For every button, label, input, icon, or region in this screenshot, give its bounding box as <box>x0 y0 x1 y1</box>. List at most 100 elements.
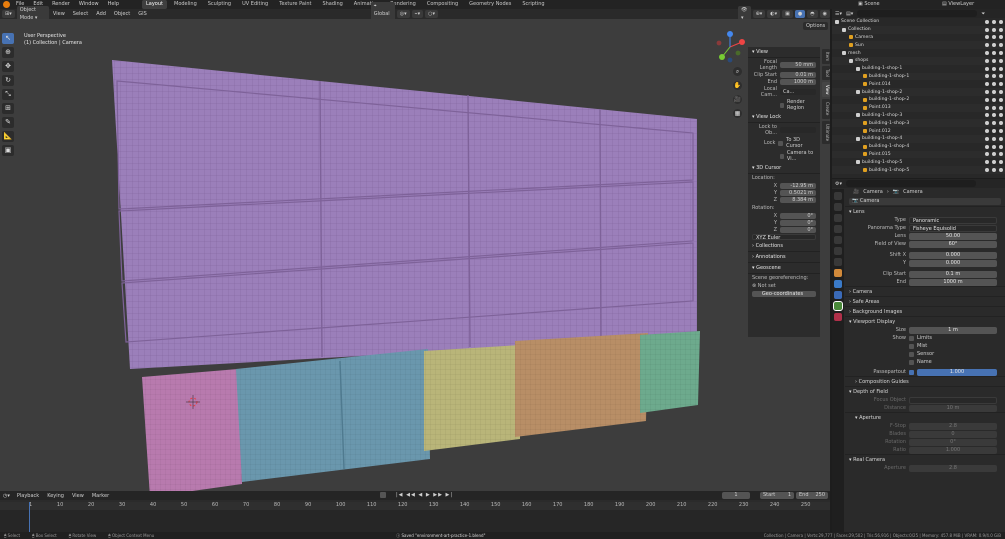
timeline-track[interactable] <box>0 502 830 532</box>
safe-areas-section-header[interactable]: › Safe Areas <box>845 296 1005 306</box>
world-tab-icon[interactable] <box>834 247 842 255</box>
outliner-row[interactable]: building-1-shop-1 <box>832 72 1005 81</box>
blender-logo-icon[interactable] <box>3 1 10 8</box>
tab-item[interactable]: Item <box>822 49 830 65</box>
annotations-section-header[interactable]: › Annotations <box>748 252 820 263</box>
show-name-checkbox[interactable] <box>909 359 914 365</box>
outliner-row[interactable]: Point.015 <box>832 150 1005 159</box>
shop-4-mesh[interactable] <box>515 333 648 437</box>
viewport-display-section-header[interactable]: ▾ Viewport Display <box>845 316 1005 326</box>
shading-solid-icon[interactable]: ● <box>794 10 806 18</box>
view-layer-tab-icon[interactable] <box>834 225 842 233</box>
move-tool-icon[interactable]: ✥ <box>2 61 14 72</box>
outliner-row[interactable]: building-1-shop-4 <box>832 134 1005 143</box>
shift-y-field[interactable]: 0.000 <box>909 259 997 267</box>
annotate-tool-icon[interactable]: ✎ <box>2 117 14 128</box>
view-layer-selector[interactable]: ▤ ViewLayer <box>942 0 974 9</box>
cursor-location-y-field[interactable]: 0.5021 m <box>780 190 816 196</box>
lens-field[interactable]: 50.00 <box>909 232 997 240</box>
visibility-toggles[interactable] <box>985 19 1003 24</box>
properties-editor-type-icon[interactable]: ⚙▾ <box>835 181 842 187</box>
cursor-tool-icon[interactable]: ⊕ <box>2 47 14 58</box>
timeline-ruler[interactable]: 1 10 20 30 40 50 60 70 80 90 100 110 120 130 140 150 160… <box>0 502 830 510</box>
ortho-grid-icon[interactable]: ▦ <box>733 109 742 118</box>
visibility-toggles[interactable] <box>985 136 1003 141</box>
viewport-menu-add[interactable]: Add <box>92 11 110 17</box>
pan-hand-icon[interactable]: ✋ <box>733 81 742 90</box>
visibility-toggles[interactable] <box>985 97 1003 102</box>
view-lock-section-header[interactable]: ▾ View Lock <box>748 112 820 123</box>
timeline-menu-marker[interactable]: Marker <box>88 493 113 499</box>
aperture-rotation-field[interactable]: 0° <box>909 438 997 446</box>
properties-search-input[interactable] <box>846 180 976 187</box>
3d-viewport[interactable]: ↖ ⊕ ✥ ↻ ⤡ ⊞ ✎ 📐 ▣ User Perspective (1) C… <box>0 19 830 491</box>
cursor-location-z-field[interactable]: 8.384 m <box>780 197 816 203</box>
camera-data-tab-icon[interactable] <box>833 301 843 311</box>
passepartout-checkbox[interactable] <box>909 369 914 375</box>
outliner-search-input[interactable] <box>857 10 978 17</box>
timeline-menu-keying[interactable]: Keying <box>43 493 68 499</box>
building-wall-mesh[interactable] <box>112 60 697 369</box>
tab-tool[interactable]: Tool <box>822 66 830 80</box>
navigation-gizmo[interactable] <box>712 29 748 65</box>
physics-tab-icon[interactable] <box>834 280 842 288</box>
timeline-editor-type-icon[interactable]: ◷▾ <box>0 493 13 499</box>
workspace-tab-geometry-nodes[interactable]: Geometry Nodes <box>465 0 515 9</box>
outliner-row[interactable]: Scene Collection <box>832 18 1005 26</box>
camera-clip-end-field[interactable]: 1000 m <box>909 278 997 286</box>
outliner-row[interactable]: Camera <box>832 34 1005 42</box>
outliner-row[interactable]: Point.014 <box>832 80 1005 88</box>
viewport-menu-object[interactable]: Object <box>110 11 134 17</box>
xray-icon[interactable]: ▣ <box>782 10 793 18</box>
geo-coordinates-button[interactable]: Geo-coordinates <box>752 291 816 297</box>
add-cube-tool-icon[interactable]: ▣ <box>2 145 14 156</box>
menu-help[interactable]: Help <box>105 0 122 9</box>
select-box-tool-icon[interactable]: ↖ <box>2 33 14 44</box>
visibility-toggles[interactable] <box>985 144 1003 149</box>
visibility-toggles[interactable] <box>985 105 1003 110</box>
aperture-ratio-field[interactable]: 1.000 <box>909 446 997 454</box>
outliner-row[interactable]: building-1-shop-3 <box>832 112 1005 120</box>
menu-render[interactable]: Render <box>49 0 73 9</box>
visibility-toggles[interactable] <box>985 168 1003 173</box>
display-size-field[interactable]: 1 m <box>909 326 997 334</box>
camera-section-header[interactable]: › Camera <box>845 286 1005 296</box>
workspace-tab-modeling[interactable]: Modeling <box>170 0 201 9</box>
visibility-toggles[interactable] <box>985 121 1003 126</box>
editor-type-button[interactable]: ⊞▾ <box>2 10 15 18</box>
focal-length-field[interactable]: 50 mm <box>780 62 816 68</box>
visibility-toggles[interactable] <box>985 90 1003 95</box>
filter-icon[interactable]: ⏷ <box>981 11 985 17</box>
visibility-toggles[interactable] <box>985 66 1003 71</box>
menu-window[interactable]: Window <box>76 0 102 9</box>
lens-type-dropdown[interactable]: Panoramic <box>909 216 997 224</box>
viewport-menu-gis[interactable]: GIS <box>134 11 151 17</box>
workspace-tab-shading[interactable]: Shading <box>318 0 346 9</box>
outliner-row[interactable]: building-1-shop-2 <box>832 96 1005 104</box>
visibility-toggles[interactable] <box>985 129 1003 134</box>
cursor-rotation-z-field[interactable]: 0° <box>780 227 816 233</box>
outliner-row[interactable]: building-1-shop-1 <box>832 65 1005 73</box>
panorama-type-dropdown[interactable]: Fisheye Equisolid <box>909 224 997 232</box>
visibility-toggles[interactable] <box>985 58 1003 63</box>
pivot-icon[interactable]: ◎▾ <box>396 10 410 18</box>
scene-render[interactable] <box>0 19 830 491</box>
visibility-toggles[interactable] <box>985 51 1003 56</box>
rotation-mode-dropdown[interactable]: XYZ Euler <box>752 234 816 241</box>
texture-tab-icon[interactable] <box>834 313 842 321</box>
show-limits-checkbox[interactable] <box>909 335 914 341</box>
outliner-row[interactable]: building-1-shop-4 <box>832 143 1005 151</box>
scale-tool-icon[interactable]: ⤡ <box>2 89 14 100</box>
cursor-location-x-field[interactable]: -12.95 m <box>780 183 816 189</box>
workspace-tab-texture-paint[interactable]: Texture Paint <box>275 0 315 9</box>
playback-controls[interactable]: |◀ ◀◀ ◀ ▶ ▶▶ ▶| <box>396 491 453 500</box>
tab-ultimate[interactable]: Ultimate <box>822 120 830 144</box>
object-tab-icon[interactable] <box>834 269 842 277</box>
camera-view-icon[interactable]: 🎥 <box>733 95 742 104</box>
options-button[interactable]: Options <box>803 22 829 30</box>
visibility-toggles[interactable] <box>985 43 1003 48</box>
clip-end-field[interactable]: 1000 m <box>780 79 816 85</box>
overlay-toggle-icon[interactable]: ◐▾ <box>767 10 781 18</box>
timeline-menu-view[interactable]: View <box>68 493 88 499</box>
visibility-toggles[interactable] <box>985 74 1003 79</box>
